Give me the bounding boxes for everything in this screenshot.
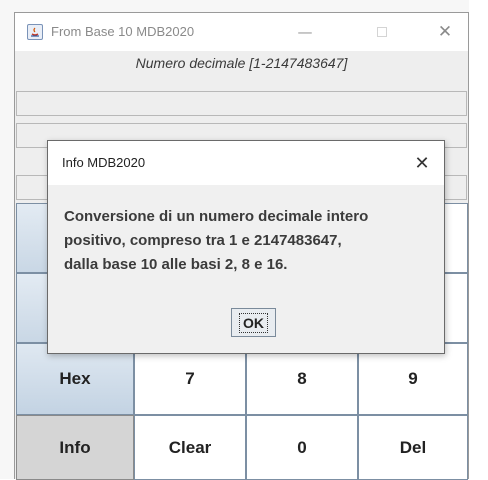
input-hint-label: Numero decimale [1-2147483647] [135,55,348,71]
maximize-icon[interactable] [359,13,405,51]
decimal-input[interactable] [16,91,467,116]
java-app-icon [27,24,43,40]
minimize-icon[interactable]: — [282,13,328,51]
dialog-message-line: dalla base 10 alle basi 2, 8 e 16. [64,256,288,273]
desktop-left-strip [0,0,14,479]
desktop-top-strip [0,0,488,12]
delete-key[interactable]: Del [358,415,468,480]
clear-key[interactable]: Clear [134,415,246,480]
info-key[interactable]: Info [16,415,134,480]
dialog-close-icon[interactable]: ✕ [408,149,436,177]
main-window-title: From Base 10 MDB2020 [51,24,195,39]
desktop-right-strip [469,0,488,479]
dialog-title: Info MDB2020 [62,155,146,170]
close-icon[interactable]: ✕ [422,13,468,51]
main-titlebar[interactable]: From Base 10 MDB2020 — ✕ [15,13,468,51]
dialog-message-line: Conversione di un numero decimale intero [64,208,369,225]
ok-button-label: OK [239,312,268,333]
dialog-message-line: positivo, compreso tra 1 e 2147483647, [64,232,342,249]
ok-button[interactable]: OK [231,308,276,337]
dialog-titlebar[interactable]: Info MDB2020 ✕ [48,141,444,185]
info-dialog: Info MDB2020 ✕ Conversione di un numero … [47,140,445,354]
digit-0-key[interactable]: 0 [246,415,358,480]
dialog-message: Conversione di un numero decimale intero… [64,205,434,277]
